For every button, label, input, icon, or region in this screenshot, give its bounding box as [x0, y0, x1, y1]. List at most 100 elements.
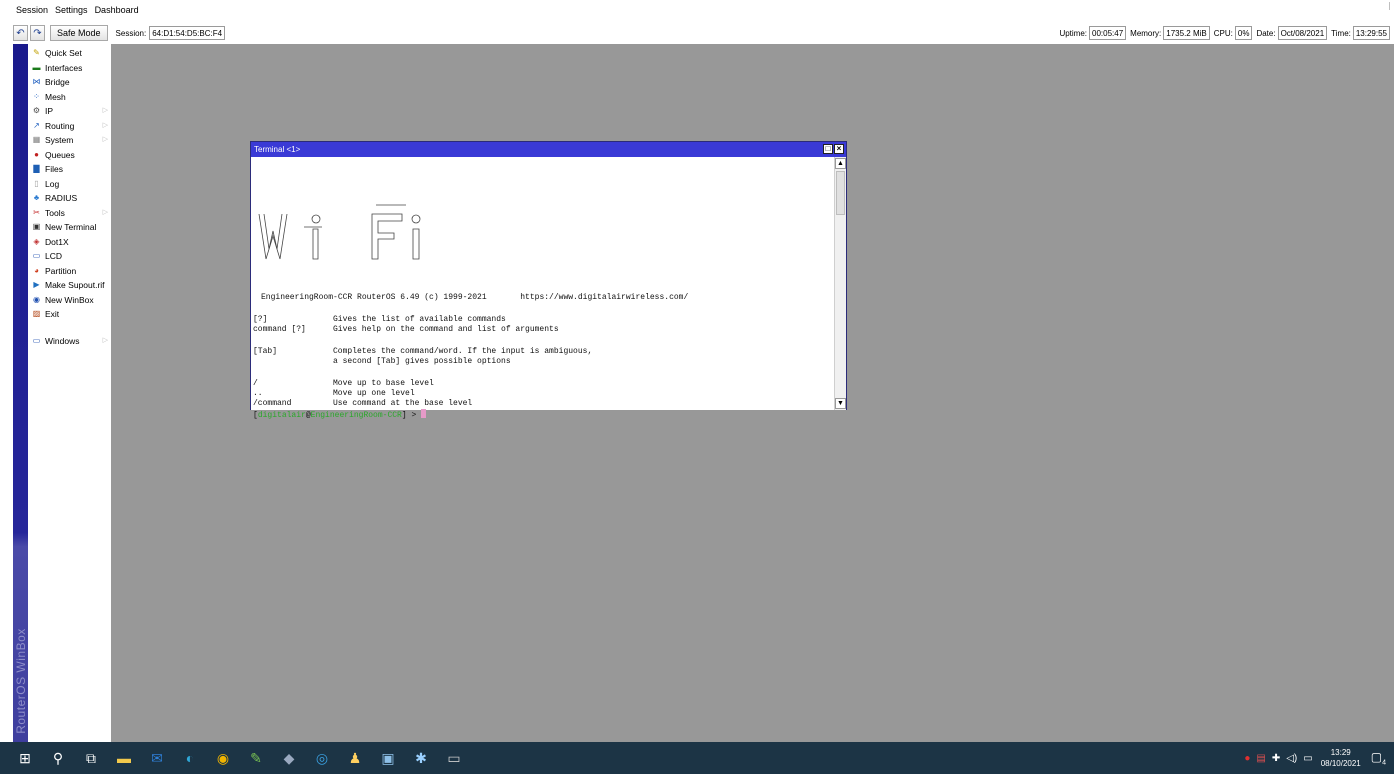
- sidebar-item-label: Dot1X: [45, 236, 69, 247]
- cpu-label: CPU:: [1213, 28, 1233, 38]
- sidebar-item-dot1x[interactable]: ◈ Dot1X: [31, 235, 111, 249]
- terminal-window[interactable]: Terminal <1> □ × WiFi EngineeringRoom-CC…: [250, 141, 847, 420]
- scroll-down-button[interactable]: ▼: [835, 398, 846, 409]
- sidebar-item-files[interactable]: ▇ Files: [31, 162, 111, 176]
- date-label: Date:: [1256, 28, 1276, 38]
- terminal-scrollbar[interactable]: ▲ ▼: [834, 157, 846, 410]
- ascii-letter-i2-dot: [411, 214, 421, 224]
- sidebar-item-label: IP: [45, 106, 54, 116]
- scroll-up-icon: ▲: [837, 160, 844, 167]
- winbox-rail: RouterOS WinBox: [13, 44, 28, 742]
- monitor-icon[interactable]: ▣: [377, 747, 399, 769]
- help-cmd-command-base: /command: [253, 399, 292, 408]
- task-view-icon[interactable]: ⧉: [80, 747, 102, 769]
- memory-label: Memory:: [1130, 28, 1162, 38]
- help-desc-tab: Completes the command/word. If the input…: [333, 347, 593, 356]
- sidebar-item-radius[interactable]: ♣ RADIUS: [31, 191, 111, 205]
- puzzle-icon[interactable]: ✱: [410, 747, 432, 769]
- cpu-value: 0%: [1234, 26, 1253, 40]
- close-button[interactable]: ×: [834, 144, 844, 154]
- sidebar-item-label: LCD: [45, 251, 63, 261]
- sidebar-item-label: New Terminal: [45, 222, 97, 232]
- app-icon[interactable]: ◆: [278, 747, 300, 769]
- sidebar-item-new-terminal[interactable]: ▣ New Terminal: [31, 220, 111, 234]
- scroll-up-button[interactable]: ▲: [835, 158, 846, 169]
- submenu-arrow-icon: ▷: [102, 208, 108, 216]
- help-cmd-dotdot: ..: [253, 389, 263, 398]
- redo-button[interactable]: ↷: [30, 25, 45, 41]
- sidebar-item-tools[interactable]: ✂ Tools ▷: [31, 206, 111, 220]
- ascii-logo: WiFi: [258, 204, 421, 278]
- radius-icon: ♣: [33, 193, 40, 202]
- close-icon: ×: [836, 144, 842, 153]
- interfaces-icon: ▬: [32, 62, 41, 72]
- sidebar-item-label: Exit: [45, 309, 60, 319]
- sidebar-item-new-winbox[interactable]: ◉ New WinBox: [31, 293, 111, 307]
- routing-icon: ↗: [33, 120, 40, 130]
- sidebar-item-ip[interactable]: ⚙ IP ▷: [31, 104, 111, 118]
- network-alert-icon[interactable]: ▤: [1256, 753, 1265, 764]
- sidebar-item-routing[interactable]: ↗ Routing ▷: [31, 119, 111, 133]
- taskbar-clock[interactable]: 13:29 08/10/2021: [1321, 747, 1361, 769]
- sidebar-item-label: Interfaces: [45, 62, 83, 73]
- prompt-close: ] >: [401, 411, 422, 420]
- help-desc-dotdot: Move up one level: [333, 389, 415, 398]
- terminal-titlebar[interactable]: Terminal <1> □ ×: [251, 142, 846, 157]
- help-desc-command-base: Use command at the base level: [333, 399, 473, 408]
- network-tool-icon[interactable]: ◎: [311, 747, 333, 769]
- sidebar-item-label: Mesh: [45, 91, 66, 102]
- search-icon[interactable]: ⚲: [47, 747, 69, 769]
- file-explorer-icon[interactable]: ▬: [113, 747, 135, 769]
- sidebar-item-windows[interactable]: ▭ Windows ▷: [31, 334, 111, 348]
- maximize-button[interactable]: □: [823, 144, 833, 154]
- sidebar-item-system[interactable]: ▦ System ▷: [31, 133, 111, 147]
- terminal-output[interactable]: WiFi EngineeringRoom-CCR RouterOS 6.49 (…: [251, 157, 835, 420]
- sidebar-item-log[interactable]: ▯ Log: [31, 177, 111, 191]
- taskbar-apps: ⊞ ⚲ ⧉ ▬ ✉ ◐ ◉ ✎ ◆ ◎ ♟ ▣ ✱ ▭: [0, 747, 465, 769]
- sidebar-item-queues[interactable]: ● Queues: [31, 148, 111, 162]
- sidebar-item-interfaces[interactable]: ▬ Interfaces: [31, 61, 111, 75]
- shield-tray-icon[interactable]: ✚: [1272, 753, 1280, 764]
- sidebar-item-make-supout-rif[interactable]: ▶ Make Supout.rif: [31, 278, 111, 292]
- edge-icon[interactable]: ◐: [179, 747, 201, 769]
- undo-button[interactable]: ↶: [13, 25, 28, 41]
- notepad-icon[interactable]: ✎: [245, 747, 267, 769]
- safe-mode-button[interactable]: Safe Mode: [50, 25, 108, 41]
- sidebar-item-exit[interactable]: ▨ Exit: [31, 307, 111, 321]
- sidebar-item-label: Queues: [45, 149, 75, 160]
- memory-value: 1735.2 MiB: [1163, 26, 1210, 40]
- cmd-icon[interactable]: ▭: [443, 747, 465, 769]
- antivirus-icon[interactable]: ●: [1244, 753, 1250, 764]
- mail-icon[interactable]: ✉: [146, 747, 168, 769]
- maximize-icon: □: [825, 144, 831, 153]
- menu-settings[interactable]: Settings: [55, 5, 88, 15]
- users-icon[interactable]: ♟: [344, 747, 366, 769]
- sidebar-item-quick-set[interactable]: ✎ Quick Set: [31, 46, 111, 60]
- taskbar: ⊞ ⚲ ⧉ ▬ ✉ ◐ ◉ ✎ ◆ ◎ ♟ ▣ ✱ ▭ ● ▤ ✚ ◁) ▭ 13:29 08/10/20…: [0, 742, 1394, 774]
- time-value: 13:29:55: [1352, 26, 1390, 40]
- submenu-arrow-icon: ▷: [102, 337, 108, 344]
- sidebar-item-bridge[interactable]: ⋈ Bridge: [31, 75, 111, 89]
- ascii-letter-f: [371, 213, 403, 260]
- notification-center-icon[interactable]: ▢4: [1371, 750, 1386, 766]
- supout-icon: ▶: [33, 280, 40, 289]
- ascii-letter-i2: [412, 228, 420, 260]
- scrollbar-thumb[interactable]: [836, 171, 845, 215]
- system-tray: ● ▤ ✚ ◁) ▭ 13:29 08/10/2021 ▢4: [1238, 742, 1386, 774]
- lcd-icon: ▭: [32, 251, 41, 260]
- sidebar-item-partition[interactable]: ◕ Partition: [31, 264, 111, 278]
- queues-icon: ●: [34, 149, 39, 159]
- sidebar: ✎ Quick Set ▬ Interfaces ⋈ Bridge ⁘ Mesh ⚙ IP ▷ ↗ Ro…: [28, 44, 111, 742]
- terminal-banner: EngineeringRoom-CCR RouterOS 6.49 (c) 19…: [261, 293, 689, 302]
- terminal-prompt[interactable]: [digitalair@EngineeringRoom-CCR] >: [253, 409, 427, 420]
- menu-dashboard[interactable]: Dashboard: [95, 5, 139, 15]
- window-edge: [1389, 2, 1390, 10]
- chrome-icon[interactable]: ◉: [212, 747, 234, 769]
- menu-session[interactable]: Session: [16, 5, 48, 15]
- sidebar-item-lcd[interactable]: ▭ LCD: [31, 249, 111, 263]
- display-icon[interactable]: ▭: [1303, 753, 1312, 764]
- sidebar-item-mesh[interactable]: ⁘ Mesh: [31, 90, 111, 104]
- volume-icon[interactable]: ◁): [1286, 753, 1297, 764]
- mesh-icon: ⁘: [33, 91, 40, 101]
- start-icon[interactable]: ⊞: [14, 747, 36, 769]
